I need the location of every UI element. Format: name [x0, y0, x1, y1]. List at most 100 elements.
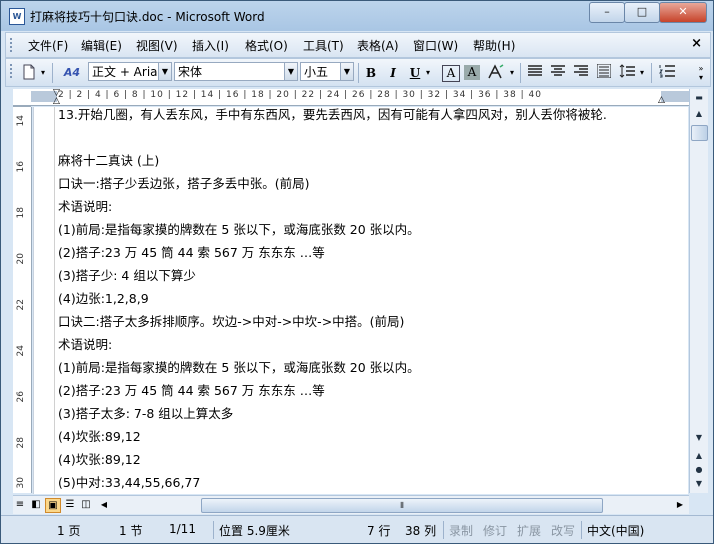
document-line[interactable]: (3)搭子少: 4 组以下算少	[58, 264, 607, 287]
menu-format[interactable]: 格式(O)	[245, 37, 288, 54]
ruler-toggle-icon[interactable]: ▬	[690, 91, 708, 105]
minimize-button[interactable]: –	[589, 2, 625, 23]
status-overtype[interactable]: 改写	[551, 522, 575, 539]
menu-help[interactable]: 帮助(H)	[473, 37, 515, 54]
close-button[interactable]: ✕	[659, 2, 707, 23]
document-line[interactable]: (2)搭子:23 万 45 筒 44 索 567 万 东东东 …等	[58, 241, 607, 264]
status-track-changes[interactable]: 修订	[483, 522, 507, 539]
document-body[interactable]: 13.开始几圈，有人丢东风，手中有东西风，要先丢西风，因有可能有人拿四风对，别人…	[58, 107, 607, 494]
menu-edit[interactable]: 编辑(E)	[81, 37, 122, 54]
italic-button[interactable]: I	[384, 64, 402, 82]
vertical-ruler[interactable]: 14 16 18 20 22 24 26 28 30	[13, 107, 32, 493]
underline-dropdown-icon[interactable]: ▾	[424, 64, 432, 82]
status-position[interactable]: 位置 5.9厘米	[219, 522, 290, 539]
menu-grip-handle[interactable]	[10, 38, 15, 52]
underline-button[interactable]: U	[406, 64, 424, 82]
font-size-select[interactable]: 小五 ▼	[300, 62, 354, 81]
font-select[interactable]: 宋体 ▼	[174, 62, 298, 81]
horizontal-scroll-thumb[interactable]: ⦀	[201, 498, 603, 513]
line-spacing-dropdown-icon[interactable]: ▾	[638, 64, 646, 82]
document-line[interactable]: 口诀一:搭子少丢边张，搭子多丢中张。(前局)	[58, 172, 607, 195]
font-select-value: 宋体	[178, 65, 203, 79]
scroll-down-icon[interactable]: ▼	[690, 431, 708, 445]
styles-pane-icon[interactable]: A4	[61, 64, 83, 82]
document-line[interactable]: 口诀二:搭子太多拆排顺序。坎边->中对->中坎->中搭。(前局)	[58, 310, 607, 333]
vertical-scrollbar[interactable]: ▬ ▲ ▼ ▲ ● ▼	[689, 89, 708, 493]
status-page[interactable]: 1 页	[57, 522, 80, 539]
document-line[interactable]: 术语说明:	[58, 333, 607, 356]
right-indent-marker[interactable]: △	[658, 95, 665, 105]
toolbar-options-icon[interactable]: » ▾	[696, 64, 706, 82]
status-language[interactable]: 中文(中国)	[587, 522, 644, 539]
text-boundary	[54, 107, 55, 494]
status-section[interactable]: 1 节	[119, 522, 142, 539]
document-line[interactable]	[58, 126, 607, 149]
toolbar-separator	[520, 63, 521, 83]
document-line[interactable]: (4)坎张:89,12	[58, 448, 607, 471]
distributed-align-icon[interactable]	[595, 63, 613, 82]
document-line[interactable]: (4)坎张:89,12	[58, 425, 607, 448]
menu-view[interactable]: 视图(V)	[136, 37, 178, 54]
character-border-button[interactable]: A	[442, 65, 460, 82]
status-separator	[581, 521, 582, 539]
menu-file[interactable]: 文件(F)	[28, 37, 68, 54]
print-layout-view-icon[interactable]: ▣	[45, 498, 61, 513]
document-line[interactable]: (1)前局:是指每家摸的牌数在 5 张以下，或海底张数 20 张以内。	[58, 356, 607, 379]
next-page-icon[interactable]: ▼	[690, 477, 708, 491]
style-select[interactable]: 正文 + Aria ▼	[88, 62, 172, 81]
select-browse-object-icon[interactable]: ●	[690, 463, 708, 477]
vruler-number: 18	[16, 207, 26, 219]
normal-view-icon[interactable]: ≡	[13, 498, 27, 511]
align-justify-icon[interactable]	[526, 64, 544, 82]
reading-layout-view-icon[interactable]: ◫	[79, 498, 93, 511]
status-extend-selection[interactable]: 扩展	[517, 522, 541, 539]
status-column[interactable]: 38 列	[405, 522, 436, 539]
document-line[interactable]: (3)搭子太多: 7-8 组以上算太多	[58, 402, 607, 425]
phonetic-guide-icon[interactable]	[486, 64, 506, 82]
previous-page-icon[interactable]: ▲	[690, 449, 708, 463]
numbering-icon[interactable]	[658, 64, 676, 82]
outline-view-icon[interactable]: ☰	[63, 498, 77, 511]
horizontal-scrollbar[interactable]: ≡ ◧ ▣ ☰ ◫ ◀ ⦀ ▶	[13, 495, 689, 514]
document-close-icon[interactable]: ×	[691, 36, 702, 51]
menu-insert[interactable]: 插入(I)	[192, 37, 229, 54]
status-page-of[interactable]: 1/11	[169, 522, 196, 536]
chevron-down-icon[interactable]: ▼	[340, 63, 353, 80]
line-spacing-icon[interactable]	[618, 64, 636, 82]
status-record-macro[interactable]: 录制	[449, 522, 473, 539]
align-right-icon[interactable]	[572, 64, 590, 82]
scroll-right-icon[interactable]: ▶	[673, 498, 687, 511]
document-page[interactable]: 13.开始几圈，有人丢东风，手中有东西风，要先丢西风，因有可能有人拿四风对，别人…	[33, 107, 688, 494]
ruler-right-margin	[661, 91, 689, 102]
document-line[interactable]: 术语说明:	[58, 195, 607, 218]
align-center-icon[interactable]	[549, 64, 567, 82]
document-line[interactable]: (4)边张:1,2,8,9	[58, 287, 607, 310]
vertical-scroll-thumb[interactable]	[691, 125, 708, 141]
toolbar-grip-handle[interactable]	[10, 64, 15, 78]
chevron-down-icon[interactable]: ▼	[284, 63, 297, 80]
status-line[interactable]: 7 行	[367, 522, 390, 539]
new-dropdown-icon[interactable]: ▾	[39, 64, 47, 82]
character-shading-button[interactable]: A	[464, 65, 480, 80]
horizontal-ruler[interactable]: ▽ △ △ 2 | 2 | 4 | 6 | 8 | 10 | 12 | 14 | …	[13, 89, 689, 106]
web-layout-view-icon[interactable]: ◧	[29, 498, 43, 511]
menu-tools[interactable]: 工具(T)	[303, 37, 344, 54]
status-separator	[443, 521, 444, 539]
scroll-left-icon[interactable]: ◀	[97, 498, 111, 511]
word-app-icon[interactable]: W	[9, 8, 25, 25]
document-line[interactable]: (2)搭子:23 万 45 筒 44 索 567 万 东东东 …等	[58, 379, 607, 402]
document-line[interactable]: 麻将十二真诀 (上)	[58, 149, 607, 172]
vruler-number: 14	[16, 115, 26, 127]
menu-window[interactable]: 窗口(W)	[413, 37, 458, 54]
chevron-down-icon[interactable]: ▼	[158, 63, 171, 80]
scroll-up-icon[interactable]: ▲	[690, 107, 708, 121]
document-line[interactable]: (1)前局:是指每家摸的牌数在 5 张以下，或海底张数 20 张以内。	[58, 218, 607, 241]
document-line[interactable]: (5)中对:33,44,55,66,77	[58, 471, 607, 494]
menu-table[interactable]: 表格(A)	[357, 37, 399, 54]
bold-button[interactable]: B	[362, 64, 380, 82]
maximize-button[interactable]: □	[624, 2, 660, 23]
document-line[interactable]: 13.开始几圈，有人丢东风，手中有东西风，要先丢西风，因有可能有人拿四风对，别人…	[58, 107, 607, 126]
new-document-icon[interactable]	[20, 64, 38, 82]
phonetic-dropdown-icon[interactable]: ▾	[508, 64, 516, 82]
formatting-toolbar: ▾ A4 正文 + Aria ▼ 宋体 ▼ 小五 ▼ B I U ▾ A A ▾	[5, 58, 711, 87]
